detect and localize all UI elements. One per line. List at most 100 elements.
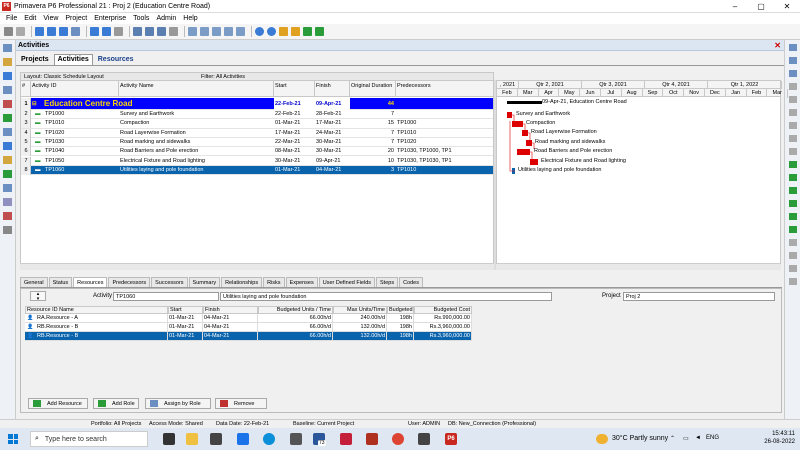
resource-row[interactable]: RA.Resource - A 01-Mar-21 04-Mar-21 66.00h/… (25, 314, 472, 323)
menu-view[interactable]: View (43, 15, 58, 22)
col-activity-id[interactable]: Activity ID (31, 81, 119, 98)
col-activity-name[interactable]: Activity Name (119, 81, 274, 98)
add-wbs-icon[interactable] (789, 174, 797, 181)
project-row[interactable]: 1 ⊟ Education Centre Road 22-Feb-21 09-A… (21, 98, 493, 110)
maximize-icon[interactable]: ▢ (748, 0, 774, 13)
chart-icon[interactable] (224, 27, 233, 36)
windows-start-icon[interactable] (8, 434, 18, 444)
activity-row[interactable]: 6 TP1040 Road Barriers and Pole erection 08… (21, 147, 493, 157)
clock[interactable]: 15:43:11 26-08-2022 (764, 430, 795, 446)
globe-icon[interactable] (315, 27, 324, 36)
res-col-budgeted-units[interactable]: Budgeted Units (387, 306, 414, 314)
gantt-chart[interactable]: 09-Apr-21, Education Centre Road Survey … (496, 97, 781, 269)
minimize-icon[interactable]: – (722, 0, 748, 13)
tray-chevron-icon[interactable]: ⌃ (670, 435, 675, 442)
remove-button[interactable]: Remove (215, 398, 267, 409)
move-up-icon[interactable] (789, 187, 797, 194)
reports-icon[interactable] (3, 128, 12, 136)
edge-icon[interactable] (263, 433, 275, 445)
nav-icon-6[interactable] (789, 109, 797, 116)
tab-resources[interactable]: Resources (95, 55, 137, 65)
issues-icon[interactable] (3, 142, 12, 150)
res-col-start[interactable]: Start (168, 306, 203, 314)
zoom-out-icon[interactable] (267, 27, 276, 36)
resource-icon[interactable] (236, 27, 245, 36)
col-duration[interactable]: Original Duration (350, 81, 396, 98)
col-start[interactable]: Start (274, 81, 315, 98)
taskbar-search[interactable]: ⌕ Type here to search (30, 431, 148, 447)
tab-relationships[interactable]: Relationships (221, 277, 263, 287)
weather-text[interactable]: 30°C Partly sunny (612, 435, 668, 442)
tab-resources-detail[interactable]: Resources (73, 277, 108, 287)
volume-icon[interactable]: ◄ (695, 435, 701, 441)
update-icon[interactable] (303, 27, 312, 36)
gantt-scrollbar[interactable] (496, 263, 781, 270)
gantt-icon[interactable] (59, 27, 68, 36)
thresholds-icon[interactable] (3, 198, 12, 206)
nav-icon-8[interactable] (789, 135, 797, 142)
res-col-max-units[interactable]: Max Units/Time (333, 306, 387, 314)
group-icon[interactable] (102, 27, 111, 36)
nav-arrows-icon[interactable]: ▴ ▾ (30, 291, 46, 301)
menu-project[interactable]: Project (65, 15, 87, 22)
eps-icon[interactable] (3, 58, 12, 66)
vivaldi-icon[interactable] (340, 433, 352, 445)
grid-scrollbar[interactable] (20, 263, 494, 270)
tab-successors[interactable]: Successors (151, 277, 188, 287)
collapse-icon[interactable]: ⊟ (31, 98, 37, 110)
activity-name-field[interactable]: Utilities laying and pole foundation (220, 292, 552, 301)
nav-icon-9[interactable] (789, 148, 797, 155)
app-icon-2[interactable] (418, 433, 430, 445)
activity-row[interactable]: 4 TP1020 Road Layerwise Formation 17-Mar-21… (21, 128, 493, 138)
chrome-icon[interactable] (392, 433, 404, 445)
assign-by-role-button[interactable]: Assign by Role (145, 398, 211, 409)
add-resource-button[interactable]: Add Resource (28, 398, 88, 409)
activity-row[interactable]: 3 TP1010 Compaction 01-Mar-21 17-Mar-21 15 TP1… (21, 119, 493, 129)
calendar-icon[interactable] (200, 27, 209, 36)
table-icon[interactable] (71, 27, 80, 36)
settings-icon[interactable] (237, 433, 249, 445)
menu-file[interactable]: File (6, 15, 17, 22)
tab-codes[interactable]: Codes (399, 277, 423, 287)
res-col-budgeted-units-time[interactable]: Budgeted Units / Time (258, 306, 333, 314)
tab-general[interactable]: General (20, 277, 48, 287)
level-icon[interactable] (291, 27, 300, 36)
nav-icon-1[interactable] (789, 44, 797, 51)
tab-status[interactable]: Status (48, 277, 73, 287)
resource-row[interactable]: RB.Resource - B 01-Mar-21 04-Mar-21 66.00h/… (25, 323, 472, 332)
tab-predecessors[interactable]: Predecessors (108, 277, 151, 287)
close-panel-icon[interactable]: ✕ (774, 41, 781, 50)
docs-icon[interactable] (3, 184, 12, 192)
projects-icon[interactable] (3, 44, 12, 52)
print-icon[interactable] (4, 27, 13, 36)
res-col-finish[interactable]: Finish (203, 306, 258, 314)
tab-steps[interactable]: Steps (376, 277, 399, 287)
close-icon[interactable]: ✕ (774, 0, 800, 13)
p6-taskbar-icon[interactable]: P6 (445, 433, 457, 445)
expenses-icon[interactable] (3, 226, 12, 234)
bars-icon[interactable] (133, 27, 142, 36)
funnel-icon[interactable] (157, 27, 166, 36)
store-icon[interactable] (210, 433, 222, 445)
print-preview-icon[interactable] (16, 27, 25, 36)
app-icon[interactable] (290, 433, 302, 445)
activity-row[interactable]: 2 TP1000 Survey and Earthwork 22-Feb-21 28-F… (21, 110, 493, 120)
activities-icon[interactable] (3, 72, 12, 80)
language-indicator[interactable]: ENG (706, 435, 719, 441)
network-icon[interactable]: ▭ (683, 435, 689, 442)
zoom-in-icon[interactable] (255, 27, 264, 36)
menu-admin[interactable]: Admin (156, 15, 176, 22)
menu-help[interactable]: Help (183, 15, 197, 22)
nav-icon-4[interactable] (789, 83, 797, 90)
portfolio-icon[interactable] (3, 156, 12, 164)
tab-projects[interactable]: Projects (18, 55, 52, 65)
wps-icon[interactable] (3, 212, 12, 220)
weather-icon[interactable] (596, 434, 608, 444)
tab-summary[interactable]: Summary (188, 277, 221, 287)
risk-icon[interactable] (3, 170, 12, 178)
move-down-icon[interactable] (789, 200, 797, 207)
tab-activities[interactable]: Activities (53, 54, 93, 65)
tracking-icon[interactable] (3, 100, 12, 108)
wbs-icon[interactable] (3, 86, 12, 94)
arrow-right-icon[interactable] (789, 278, 797, 285)
